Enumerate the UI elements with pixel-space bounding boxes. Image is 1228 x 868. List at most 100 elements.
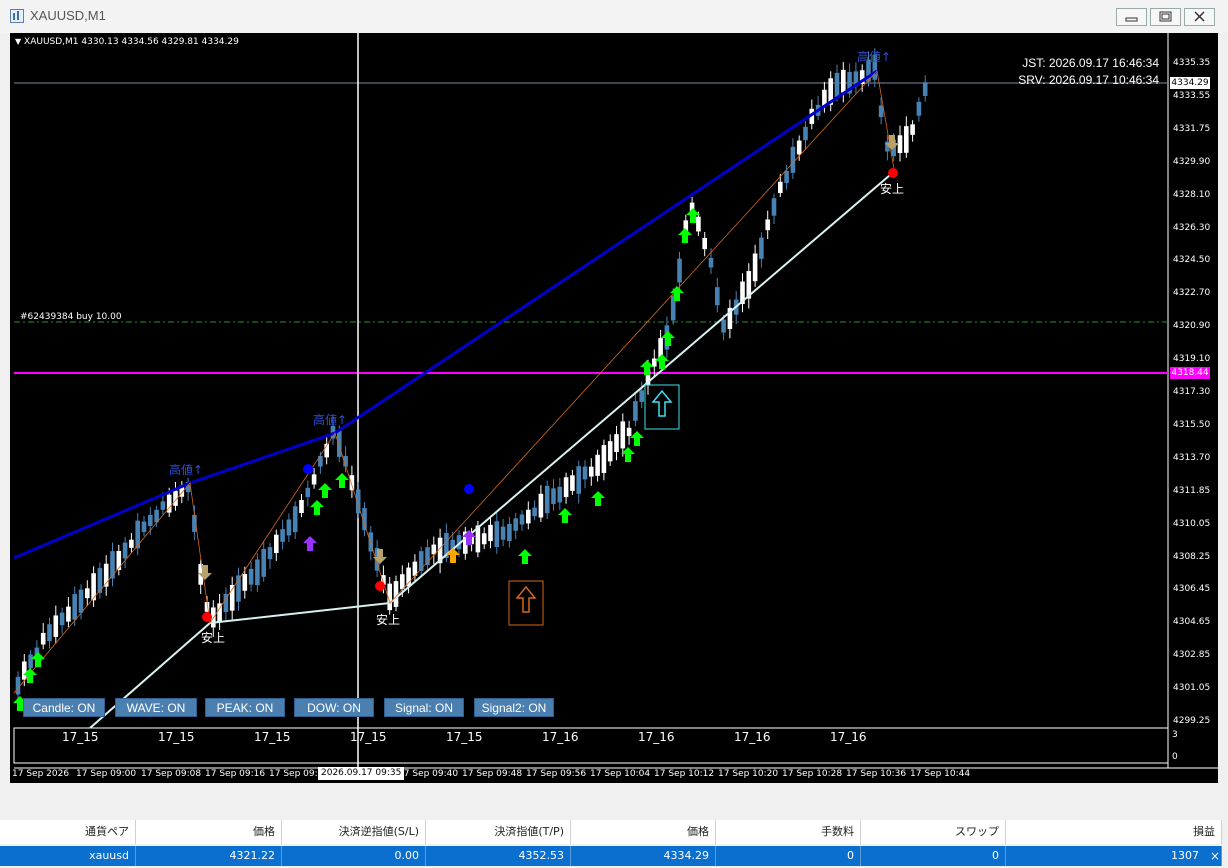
table-cell: 0 — [861, 846, 1006, 866]
time-label: 17 Sep 10:44 — [910, 769, 971, 779]
sub-label: 17_15 — [254, 730, 291, 744]
up-arrow-icon — [335, 473, 349, 488]
close-icon — [1194, 11, 1205, 22]
candle — [519, 514, 525, 525]
column-header[interactable]: 決済逆指値(S/L) — [282, 820, 426, 844]
table-cell: 0 — [716, 846, 861, 866]
candle — [784, 170, 789, 183]
candle — [538, 493, 544, 518]
low-up-label: 安上 — [880, 182, 905, 196]
up-arrow-icon — [678, 228, 692, 243]
candle — [15, 676, 21, 695]
price-label: 4322.70 — [1173, 288, 1211, 299]
column-header[interactable]: 価格 — [571, 820, 716, 844]
column-header[interactable]: 価格 — [136, 820, 282, 844]
candle — [752, 253, 758, 282]
restore-button[interactable] — [1150, 8, 1181, 26]
candle — [400, 574, 405, 590]
column-header[interactable]: 通貨ペア — [0, 820, 136, 844]
candle — [544, 485, 550, 514]
up-arrow-icon — [518, 549, 532, 564]
candle — [620, 421, 626, 449]
toggle-button[interactable]: Signal: ON — [384, 698, 464, 717]
order-label: #62439384 buy 10.00 — [20, 312, 122, 322]
column-header[interactable]: スワップ — [861, 820, 1006, 844]
restore-icon — [1159, 11, 1172, 22]
sub-label: 17_16 — [542, 730, 579, 744]
minimize-icon — [1125, 17, 1138, 22]
toggle-button[interactable]: WAVE: ON — [115, 698, 197, 717]
candle — [607, 441, 613, 462]
up-arrow-icon — [515, 585, 537, 613]
sub-label: 17_16 — [830, 730, 867, 744]
time-label: 17 Sep 10:20 — [718, 769, 779, 779]
minimize-button[interactable] — [1116, 8, 1147, 26]
low-up-label: 安上 — [201, 631, 226, 645]
sub-label: 17_15 — [158, 730, 195, 744]
sub-label: 17_16 — [638, 730, 675, 744]
candle — [532, 507, 537, 517]
candle — [507, 523, 512, 542]
price-label: 4326.30 — [1173, 222, 1211, 233]
candle — [526, 509, 531, 524]
time-label: 17 Sep 10:28 — [782, 769, 843, 779]
price-label: 4331.75 — [1173, 123, 1211, 134]
up-arrow-icon — [591, 491, 605, 506]
candle — [488, 524, 493, 542]
column-header[interactable]: 手数料 — [716, 820, 861, 844]
price-label: 4304.65 — [1173, 617, 1211, 628]
candle — [481, 533, 487, 545]
magenta-price-tag: 4318.44 — [1170, 367, 1210, 379]
toggle-button[interactable]: Candle: ON — [23, 698, 105, 717]
time-label: 17 Sep 09:00 — [76, 769, 137, 779]
candle — [274, 534, 279, 553]
sub-label: 17_16 — [734, 730, 771, 744]
price-label: 4328.10 — [1173, 189, 1211, 200]
candle — [500, 526, 506, 540]
sub-label: 17_15 — [350, 730, 387, 744]
zigzag-line — [13, 70, 896, 694]
close-button[interactable] — [1184, 8, 1215, 26]
candle — [595, 454, 600, 476]
price-label: 4315.50 — [1173, 419, 1211, 430]
candle — [715, 287, 720, 306]
candle — [311, 474, 317, 485]
price-label: 4310.05 — [1173, 518, 1211, 529]
candle — [551, 488, 556, 505]
low-up-label: 安上 — [376, 613, 401, 627]
time-label: 17 Sep 09:40 — [398, 769, 459, 779]
toggle-button[interactable]: DOW: ON — [294, 698, 374, 717]
candle — [897, 135, 903, 154]
close-position-icon[interactable]: × — [1210, 846, 1220, 866]
candle — [589, 466, 594, 477]
candle — [305, 487, 311, 498]
high-break-label: 高値↑ — [313, 413, 348, 427]
price-label: 4329.90 — [1173, 156, 1211, 167]
candle — [652, 358, 657, 367]
column-header[interactable]: 決済指値(T/P) — [426, 820, 571, 844]
candle — [910, 124, 915, 135]
candle — [148, 514, 153, 526]
candle — [759, 237, 764, 259]
toggle-button[interactable]: PEAK: ON — [205, 698, 285, 717]
candle — [292, 506, 298, 533]
chart-area[interactable]: ▼ XAUUSD,M1 4330.13 4334.56 4329.81 4334… — [10, 33, 1218, 783]
dropdown-icon[interactable]: ▼ — [15, 37, 21, 46]
candle — [248, 568, 254, 585]
price-label: 4308.25 — [1173, 551, 1211, 562]
up-arrow-icon — [31, 652, 45, 667]
column-header[interactable]: 損益 — [1006, 820, 1222, 844]
candle — [299, 500, 304, 514]
candle — [110, 551, 115, 579]
price-chart[interactable] — [10, 33, 1218, 783]
price-label: 4313.70 — [1173, 452, 1211, 463]
candle — [834, 72, 840, 97]
trade-panel: 通貨ペア 価格 決済逆指値(S/L) 決済指値(T/P) 価格 手数料 スワップ 損益 xau… — [0, 794, 1228, 868]
chart-window-icon — [10, 9, 24, 23]
up-arrow-icon — [318, 483, 332, 498]
table-cell: 4321.22 — [136, 846, 282, 866]
up-arrow-icon — [558, 508, 572, 523]
table-cell: 4352.53 — [426, 846, 571, 866]
toggle-button[interactable]: Signal2: ON — [474, 698, 554, 717]
high-break-label: 高値↑ — [169, 463, 204, 477]
